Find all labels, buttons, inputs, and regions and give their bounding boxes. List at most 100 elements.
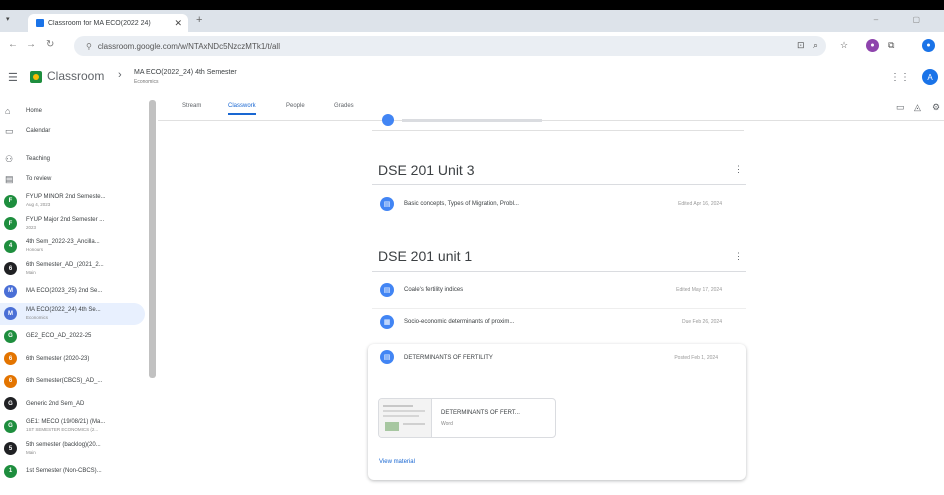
sidebar-item-to-review[interactable]: ▤ To review [0,168,145,190]
sidebar-item-home[interactable]: ⌂ Home [0,100,145,122]
sidebar-class-label: FYUP MINOR 2nd Semeste... [26,194,106,200]
class-avatar: 4 [4,239,17,253]
course-section: Economics [134,79,159,85]
url-text: classroom.google.com/w/NTAxNDc5NzczMTk1/… [97,41,280,51]
sidebar-class-item[interactable]: 4 4th Sem_2022-23_Ancilla... Honours [0,235,145,257]
new-tab-icon[interactable]: + [196,14,202,26]
window-controls[interactable]: – ▢ [874,15,936,24]
sidebar-class-label: 1st Semester (Non-CBCS)... [26,468,102,474]
people-icon: ⚇ [5,153,14,164]
sidebar-item-label: Teaching [26,156,51,162]
app-name[interactable]: Classroom [47,69,104,83]
zoom-icon[interactable]: ⌕ [813,40,818,51]
tab-classwork[interactable]: Classwork [228,103,256,115]
google-calendar-icon[interactable]: ▭ [896,102,905,113]
sidebar-class-item[interactable]: G GE2_ECO_AD_2022-25 [0,325,145,347]
browser-tab[interactable]: Classroom for MA ECO(2022 24) ✕ [28,14,188,32]
settings-gear-icon[interactable]: ⚙ [932,102,940,113]
reload-icon[interactable]: ↻ [46,39,54,50]
account-avatar[interactable]: A [922,69,938,85]
previous-topic-item[interactable] [372,114,744,131]
classwork-item[interactable]: ▤ Coale's fertility indices Edited May 1… [372,278,746,304]
class-avatar: F [4,194,17,208]
sidebar-class-item[interactable]: 6 6th Semester (2020-23) [0,348,145,370]
tab-search-icon[interactable]: ▾ [6,15,10,23]
item-title: Socio-economic determinants of proxim... [404,319,515,325]
sidebar-class-subtitle: Economics [26,314,49,320]
sidebar-class-label: GE2_ECO_AD_2022-25 [26,333,92,339]
sidebar-item-label: Calendar [26,128,51,134]
main-menu-icon[interactable]: ☰ [8,71,18,84]
sidebar: ⌂ Home ▭ Calendar ⚇ Teaching ▤ To review… [0,96,159,495]
attachment-name: DETERMINANTS OF FERT... [441,410,520,416]
sidebar-class-item[interactable]: F FYUP Major 2nd Semester ... 2023 [0,213,145,235]
classwork-item[interactable]: ▦ Socio-economic determinants of proxim.… [372,310,746,336]
extensions-puzzle-icon[interactable]: ⧉ [888,40,894,51]
sidebar-class-label: Generic 2nd Sem_AD [26,400,85,407]
classwork-item[interactable]: ▤ Basic concepts, Types of Migration, Pr… [372,192,746,218]
tab-grades[interactable]: Grades [334,103,354,109]
address-bar[interactable]: ⚲ classroom.google.com/w/NTAxNDc5NzczMTk… [74,36,826,56]
item-date: Posted Feb 1, 2024 [674,355,718,361]
material-icon [382,114,394,126]
class-avatar: G [4,329,17,343]
google-apps-icon[interactable]: ⋮⋮ [890,72,910,83]
sidebar-class-item[interactable]: M MA ECO(2022_24) 4th Se... Economics [0,302,145,325]
extension-icon[interactable]: ● [866,39,879,52]
classroom-logo-icon[interactable] [30,71,42,83]
sidebar-item-calendar[interactable]: ▭ Calendar [0,120,145,142]
sidebar-class-label: 6th Semester(CBCS)_AD_... [26,378,103,384]
forward-icon[interactable]: → [26,39,36,50]
sidebar-class-label: MA ECO(2023_25) 2nd Se... [26,288,103,294]
to-review-icon: ▤ [5,173,14,184]
main-content: Stream Classwork People Grades ▭ ◬ ⚙ DSE… [158,96,944,495]
sidebar-class-item[interactable]: 6 6th Semester_AD_(2021_2... Main [0,258,145,280]
sidebar-class-item[interactable]: G GE1: MECO (19/08/21) (Ma... 1ST SEMESTER… [0,415,145,437]
sidebar-class-item[interactable]: G Generic 2nd Sem_AD [0,393,145,415]
class-avatar: 6 [4,262,17,275]
attachment-thumbnail [379,399,432,437]
sidebar-item-teaching[interactable]: ⚇ Teaching [0,148,145,170]
item-title: DETERMINANTS OF FERTILITY [404,355,493,361]
sidebar-class-item[interactable]: 1 1st Semester (Non-CBCS)... [0,460,145,482]
course-name[interactable]: MA ECO(2022_24) 4th Semester [134,69,237,76]
class-avatar: M [4,284,17,298]
browser-tab-strip: ▾ Classroom for MA ECO(2022 24) ✕ + – ▢ [0,10,944,32]
sidebar-class-item[interactable]: F FYUP MINOR 2nd Semeste... Aug 4, 2023 [0,190,145,212]
sidebar-class-label: 6th Semester_AD_(2021_2... [26,261,104,268]
sidebar-class-label: FYUP Major 2nd Semester ... [26,216,105,223]
breadcrumb-chevron-icon: › [118,69,122,81]
home-icon: ⌂ [5,106,11,116]
sidebar-class-label: 6th Semester (2020-23) [26,355,90,362]
topic-title: DSE 201 unit 1 [378,248,473,264]
close-tab-icon[interactable]: ✕ [174,18,182,29]
sidebar-class-subtitle: Aug 4, 2023 [26,202,51,207]
install-app-icon[interactable]: ⊡ [797,40,805,51]
class-avatar: M [4,307,17,320]
classwork-item[interactable]: ▤ DETERMINANTS OF FERTILITY Posted Feb 1… [372,344,746,370]
bookmark-star-icon[interactable]: ☆ [840,40,848,51]
tab-people[interactable]: People [286,103,305,109]
class-avatar: 6 [4,352,17,365]
browser-profile-avatar[interactable]: ● [922,39,935,52]
site-info-icon[interactable]: ⚲ [86,42,92,51]
sidebar-class-subtitle: Honours [26,247,44,252]
class-avatar: G [4,397,17,410]
sidebar-class-item[interactable]: 5 5th semester (backlog)(20... Main [0,438,145,460]
attachment-card[interactable]: DETERMINANTS OF FERT... Word [378,398,556,438]
sidebar-class-item[interactable]: M MA ECO(2023_25) 2nd Se... [0,280,145,302]
topic-more-icon[interactable]: ⋮ [734,251,743,262]
class-avatar: G [4,419,17,433]
view-material-link[interactable]: View material [379,459,415,465]
drive-folder-icon[interactable]: ◬ [914,102,921,113]
sidebar-scrollbar[interactable] [149,100,156,378]
sidebar-class-subtitle: 2023 [26,224,37,230]
topic-divider [372,271,746,272]
classroom-header: ☰ Classroom › MA ECO(2022_24) 4th Semest… [0,60,944,97]
topic-more-icon[interactable]: ⋮ [734,164,743,175]
back-icon[interactable]: ← [8,39,18,50]
class-avatar: F [4,217,17,230]
sidebar-class-item[interactable]: 6 6th Semester(CBCS)_AD_... [0,370,145,392]
item-divider [372,308,746,309]
tab-stream[interactable]: Stream [182,103,201,109]
